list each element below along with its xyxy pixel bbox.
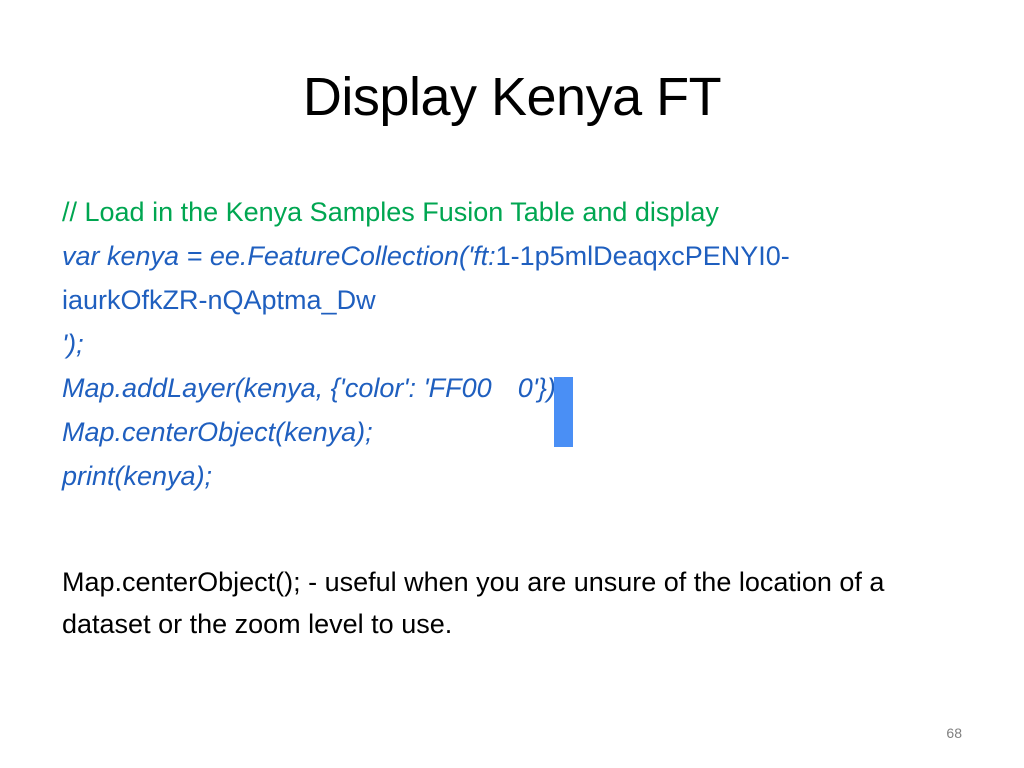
note-paragraph: Map.centerObject(); - useful when you ar… [62,567,885,639]
page-number: 68 [946,725,962,741]
code-add-layer-head: Map.addLayer(kenya, {'color': 'FF00 [62,373,492,403]
code-var-close-line: '); [62,329,84,359]
code-comment-line: // Load in the Kenya Samples Fusion Tabl… [62,197,719,227]
code-var-line-continued: iaurkOfkZR-nQAptma_Dw [62,278,962,322]
code-block: // Load in the Kenya Samples Fusion Tabl… [62,190,962,498]
code-add-layer-line: Map.addLayer(kenya, {'color': 'FF00 0'}); [62,366,962,410]
slide: Display Kenya FT // Load in the Kenya Sa… [0,0,1024,768]
code-center-object-line: Map.centerObject(kenya); [62,417,373,447]
text-cursor-marker [554,377,573,447]
code-var-id-part1: 1-1p5mlDeaqxcPENYI0- [495,241,790,271]
code-var-prefix: var kenya = ee.FeatureCollection('ft: [62,241,496,271]
code-print-line: print(kenya); [62,461,213,491]
slide-title: Display Kenya FT [302,67,722,127]
code-var-line: var kenya = ee.FeatureCollection('ft:1-1… [62,234,962,278]
code-var-id-part2: iaurkOfkZR-nQAptma_Dw [62,285,376,315]
